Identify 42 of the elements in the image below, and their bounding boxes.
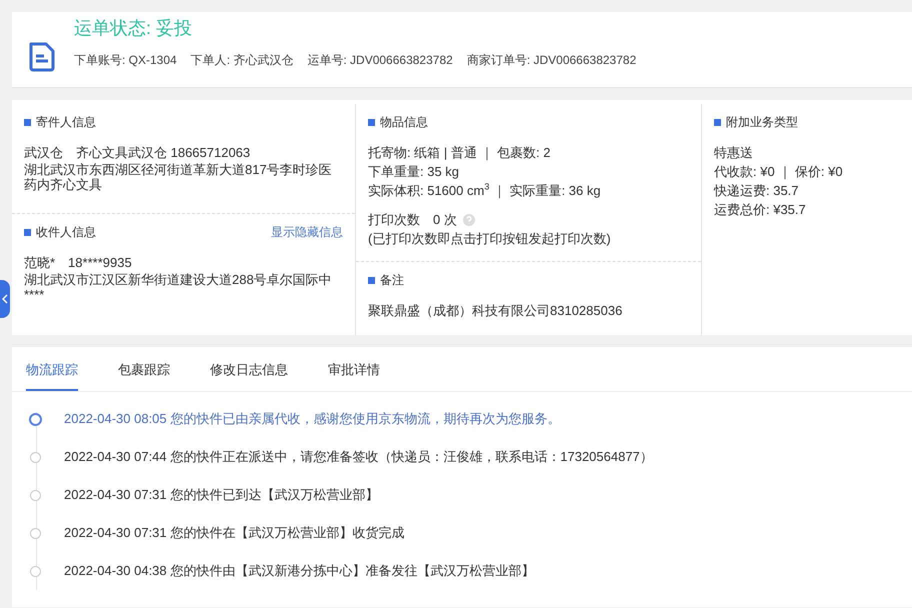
tracking-event: 2022-04-30 07:31 您的快件已到达【武汉万松营业部】 bbox=[64, 486, 378, 504]
goods-detail: 下单重量: 35 kg bbox=[368, 163, 460, 181]
waybill-status: 运单状态: 妥投 bbox=[74, 17, 194, 40]
receiver-contact: 范晓* 18****9935 bbox=[24, 254, 133, 272]
section-marker bbox=[714, 119, 721, 126]
show-hidden-link[interactable]: 显示隐藏信息 bbox=[271, 224, 343, 241]
service-detail: 代收款: ¥0 ｜ 保价: ¥0 bbox=[714, 163, 844, 181]
sender-address: 湖北武汉市东西湖区径河街道革新大道817号李时珍医药内齐心文具 bbox=[24, 162, 333, 192]
section-marker bbox=[368, 119, 375, 126]
service-detail: 特惠送 bbox=[714, 144, 754, 162]
chevron-left-icon bbox=[2, 294, 8, 304]
goods-detail: 托寄物: 纸箱 | 普通 ｜ 包裹数: 2 bbox=[368, 144, 552, 162]
sender-contact: 武汉仓 齐心文具武汉仓 18665712063 bbox=[24, 144, 252, 162]
receiver-address: 湖北武汉市江汉区新华街道建设大道288号卓尔国际中**** bbox=[24, 272, 333, 302]
tab[interactable]: 物流跟踪 bbox=[26, 347, 78, 391]
tab[interactable]: 审批详情 bbox=[328, 347, 380, 391]
goods-detail: 实际体积: 51600 cm$^{3}$ ｜ 实际重量: 36 kg bbox=[368, 181, 602, 200]
order-meta: 下单账号: QX-1304 bbox=[74, 52, 177, 69]
section-title: 备注 bbox=[380, 272, 404, 289]
order-meta: 运单号: JDV006663823782 bbox=[307, 52, 453, 69]
tracking-event: 2022-04-30 07:31 您的快件在【武汉万松营业部】收货完成 bbox=[64, 524, 404, 542]
section-title: 物品信息 bbox=[380, 114, 428, 131]
section-marker bbox=[24, 229, 31, 236]
print-note: (已打印次数即点击打印按钮发起打印次数) bbox=[368, 230, 612, 248]
tab[interactable]: 包裹跟踪 bbox=[118, 347, 170, 391]
print-count: 打印次数 0 次 bbox=[368, 211, 457, 229]
remark-text: 聚联鼎盛（成都）科技有限公司8310285036 bbox=[368, 302, 624, 320]
tracking-event: 2022-04-30 07:44 您的快件正在派送中，请您准备签收（快递员：汪俊雄，联系电话：17320564877） bbox=[64, 448, 653, 466]
service-detail: 快递运费: 35.7 bbox=[714, 182, 800, 200]
collapse-button[interactable] bbox=[0, 280, 10, 318]
section-marker bbox=[24, 119, 31, 126]
service-detail: 运费总价: ¥35.7 bbox=[714, 201, 807, 219]
section-marker bbox=[368, 277, 375, 284]
order-meta: 商家订单号: JDV006663823782 bbox=[466, 52, 636, 69]
section-title: 寄件人信息 bbox=[36, 114, 96, 131]
tracking-event: 2022-04-30 04:38 您的快件由【武汉新港分拣中心】准备发往【武汉万松营业部】 bbox=[64, 562, 534, 580]
tracking-event: 2022-04-30 08:05 您的快件已由亲属代收，感谢您使用京东物流，期待再次为您服务。 bbox=[64, 410, 560, 428]
tab[interactable]: 修改日志信息 bbox=[210, 347, 288, 391]
section-title: 附加业务类型 bbox=[726, 114, 798, 131]
section-title: 收件人信息 bbox=[36, 224, 96, 241]
order-meta: 下单人: 齐心武汉仓 bbox=[190, 52, 294, 69]
document-icon bbox=[28, 42, 56, 72]
